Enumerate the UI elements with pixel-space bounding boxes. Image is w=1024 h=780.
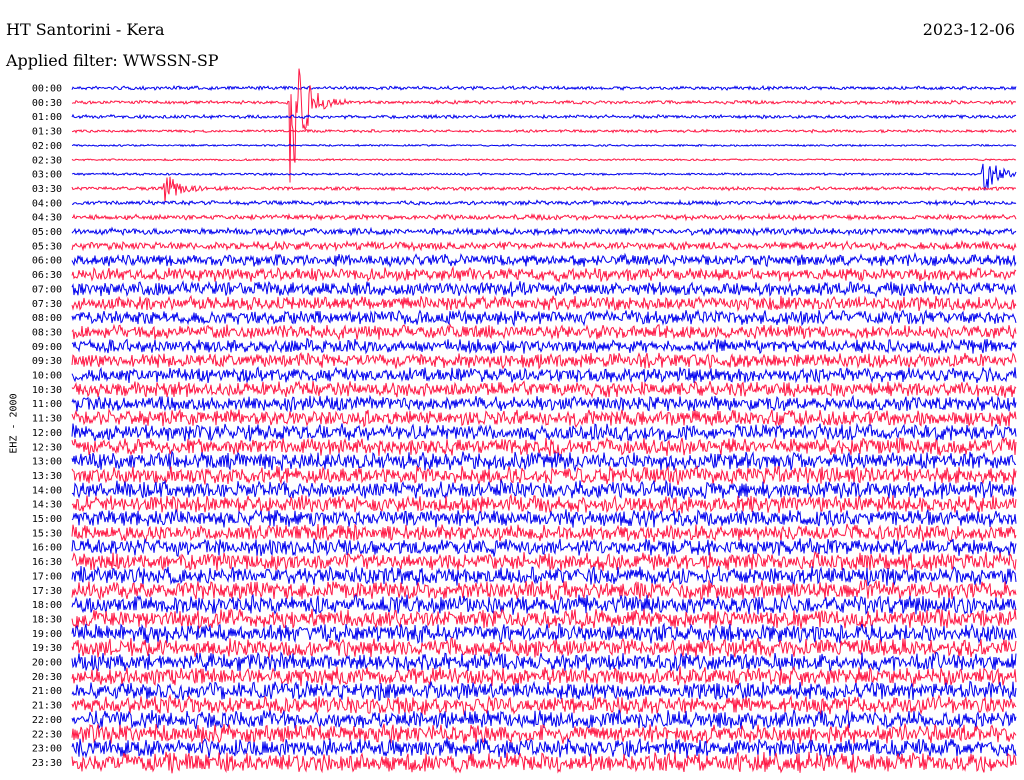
trace-1500	[71, 509, 1017, 528]
row-time-label: 23:30	[32, 758, 62, 769]
trace-1130	[71, 408, 1017, 429]
trace-0100	[71, 113, 1017, 121]
trace-1630	[71, 550, 1017, 572]
row-time-label: 02:30	[32, 155, 62, 166]
trace-1030	[71, 380, 1017, 399]
trace-0600	[71, 251, 1017, 268]
helicorder-plot: 00:00 00:30 01:00 01:30 02:00 02:30 03:00 03:30…	[32, 68, 1017, 774]
row-time-label: 21:30	[32, 701, 62, 712]
trace-0700	[71, 280, 1017, 298]
row-time-label: 14:00	[32, 485, 62, 496]
trace-1530	[71, 523, 1017, 543]
row-time-label: 07:30	[32, 299, 62, 310]
row-time-label: 15:00	[32, 514, 62, 525]
row-time-label: 19:30	[32, 643, 62, 654]
trace-0330	[71, 176, 1017, 203]
trace-1000	[71, 366, 1017, 384]
row-time-label: 13:00	[32, 457, 62, 468]
trace-0630	[71, 265, 1017, 283]
trace-2100	[71, 680, 1017, 702]
row-time-label: 16:00	[32, 543, 62, 554]
trace-1600	[71, 537, 1017, 558]
trace-2300	[71, 737, 1017, 759]
row-time-label: 03:30	[32, 184, 62, 195]
trace-0930	[71, 351, 1017, 370]
trace-0200	[71, 143, 1017, 148]
trace-1730	[71, 579, 1017, 601]
row-time-label: 07:00	[32, 284, 62, 295]
trace-2030	[71, 665, 1017, 688]
trace-1330	[71, 464, 1017, 486]
row-time-label: 08:30	[32, 327, 62, 338]
row-time-label: 01:30	[32, 127, 62, 138]
trace-2130	[71, 693, 1017, 716]
row-time-label: 08:00	[32, 313, 62, 324]
row-time-label: 04:00	[32, 198, 62, 209]
trace-0900	[71, 337, 1017, 355]
row-time-label: 03:00	[32, 170, 62, 181]
trace-0430	[71, 212, 1017, 222]
row-time-label: 10:00	[32, 371, 62, 382]
trace-1100	[71, 394, 1017, 413]
row-time-label: 18:30	[32, 614, 62, 625]
trace-1900	[71, 622, 1017, 645]
trace-0830	[71, 322, 1017, 342]
trace-1700	[71, 565, 1017, 586]
trace-0730	[71, 294, 1017, 312]
row-time-label: 22:00	[32, 715, 62, 726]
trace-1230	[71, 436, 1017, 457]
row-time-label: 04:30	[32, 213, 62, 224]
row-time-label: 02:00	[32, 141, 62, 152]
trace-0500	[71, 226, 1017, 237]
row-time-label: 18:00	[32, 600, 62, 611]
row-time-label: 05:30	[32, 241, 62, 252]
trace-1430	[71, 493, 1017, 514]
trace-0130	[71, 128, 1017, 134]
trace-0300	[71, 163, 1017, 192]
row-time-label: 14:30	[32, 500, 62, 511]
row-time-label: 06:30	[32, 270, 62, 281]
row-time-label: 01:00	[32, 112, 62, 123]
row-time-label: 19:00	[32, 629, 62, 640]
trace-0530	[71, 239, 1017, 253]
row-time-label: 22:30	[32, 729, 62, 740]
trace-2330	[71, 751, 1017, 774]
row-time-label: 11:00	[32, 399, 62, 410]
trace-0800	[71, 308, 1017, 327]
row-time-label: 06:00	[32, 256, 62, 267]
trace-1200	[71, 422, 1017, 443]
row-time-label: 11:30	[32, 414, 62, 425]
row-time-label: 00:30	[32, 98, 62, 109]
row-time-label: 05:00	[32, 227, 62, 238]
trace-1400	[71, 478, 1017, 501]
row-time-label: 12:30	[32, 442, 62, 453]
row-time-label: 12:00	[32, 428, 62, 439]
row-time-label: 23:00	[32, 744, 62, 755]
row-time-label: 20:30	[32, 672, 62, 683]
row-time-label: 20:00	[32, 658, 62, 669]
row-time-label: 13:30	[32, 471, 62, 482]
row-time-label: 21:00	[32, 686, 62, 697]
row-time-label: 00:00	[32, 84, 62, 95]
row-time-label: 17:30	[32, 586, 62, 597]
row-time-label: 10:30	[32, 385, 62, 396]
trace-1300	[71, 449, 1017, 473]
trace-0000	[71, 84, 1017, 92]
row-time-label: 15:30	[32, 528, 62, 539]
row-time-label: 16:30	[32, 557, 62, 568]
row-time-label: 09:30	[32, 356, 62, 367]
trace-0400	[71, 198, 1017, 207]
trace-0230	[71, 157, 1017, 162]
row-time-label: 09:00	[32, 342, 62, 353]
row-time-label: 17:00	[32, 571, 62, 582]
